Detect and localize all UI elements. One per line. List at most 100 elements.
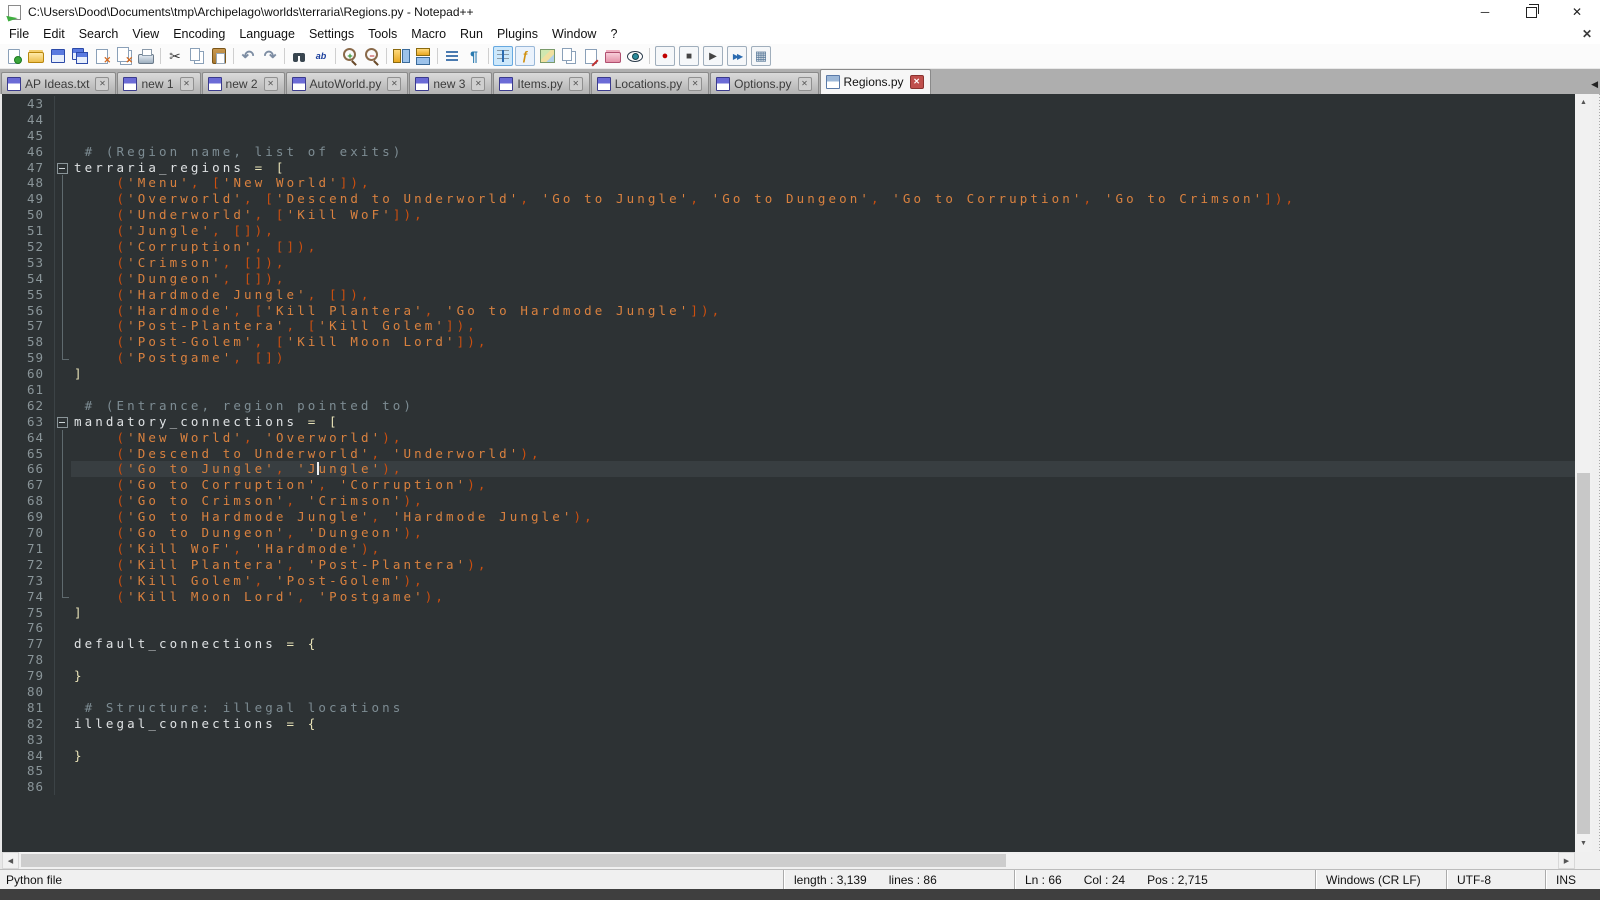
scroll-left-arrow[interactable]: ◀ bbox=[2, 852, 19, 869]
tab-new-1[interactable]: new 1✕ bbox=[117, 72, 200, 94]
zoom-in-button[interactable]: + bbox=[340, 46, 360, 66]
code-line-52[interactable]: 52 ('Corruption', []), bbox=[2, 239, 1575, 255]
code-line-58[interactable]: 58 ('Post-Golem', ['Kill Moon Lord']), bbox=[2, 334, 1575, 350]
undo-button[interactable]: ↶ bbox=[238, 46, 258, 66]
menu-settings[interactable]: Settings bbox=[302, 25, 361, 43]
tab-locations-py[interactable]: Locations.py✕ bbox=[591, 72, 709, 94]
restore-button[interactable] bbox=[1508, 0, 1554, 24]
code-line-78[interactable]: 78 bbox=[2, 652, 1575, 668]
code-line-43[interactable]: 43 bbox=[2, 96, 1575, 112]
code-line-65[interactable]: 65 ('Descend to Underworld', 'Underworld… bbox=[2, 446, 1575, 462]
save-button[interactable] bbox=[48, 46, 68, 66]
close-button[interactable]: ✕ bbox=[1554, 0, 1600, 24]
code-line-61[interactable]: 61 bbox=[2, 382, 1575, 398]
minimize-button[interactable]: ─ bbox=[1462, 0, 1508, 24]
code-line-74[interactable]: 74 ('Kill Moon Lord', 'Postgame'), bbox=[2, 589, 1575, 605]
cut-button[interactable]: ✂ bbox=[165, 46, 185, 66]
code-line-53[interactable]: 53 ('Crimson', []), bbox=[2, 255, 1575, 271]
horizontal-scrollbar-track[interactable] bbox=[19, 852, 1558, 869]
menu-view[interactable]: View bbox=[125, 25, 166, 43]
tab-ap-ideas-txt[interactable]: AP Ideas.txt✕ bbox=[1, 72, 116, 94]
tab-close-icon[interactable]: ✕ bbox=[688, 77, 702, 91]
indent-guide-button[interactable] bbox=[493, 46, 513, 66]
menu-file[interactable]: File bbox=[2, 25, 36, 43]
tab-new-3[interactable]: new 3✕ bbox=[409, 72, 492, 94]
tab-options-py[interactable]: Options.py✕ bbox=[710, 72, 818, 94]
tab-close-icon[interactable]: ✕ bbox=[910, 75, 924, 89]
menu-tools[interactable]: Tools bbox=[361, 25, 404, 43]
menu-run[interactable]: Run bbox=[453, 25, 490, 43]
code-line-80[interactable]: 80 bbox=[2, 684, 1575, 700]
code-line-55[interactable]: 55 ('Hardmode Jungle', []), bbox=[2, 287, 1575, 303]
word-wrap-button[interactable] bbox=[442, 46, 462, 66]
horizontal-scrollbar-thumb[interactable] bbox=[21, 854, 1006, 867]
close-document-x-button[interactable]: ✕ bbox=[1582, 27, 1592, 41]
code-line-49[interactable]: 49 ('Overworld', ['Descend to Underworld… bbox=[2, 191, 1575, 207]
code-line-51[interactable]: 51 ('Jungle', []), bbox=[2, 223, 1575, 239]
code-line-85[interactable]: 85 bbox=[2, 763, 1575, 779]
code-line-50[interactable]: 50 ('Underworld', ['Kill WoF']), bbox=[2, 207, 1575, 223]
scroll-up-arrow[interactable]: ▲ bbox=[1575, 94, 1592, 111]
tab-autoworld-py[interactable]: AutoWorld.py✕ bbox=[286, 72, 409, 94]
status-encoding[interactable]: UTF-8 bbox=[1446, 870, 1545, 889]
open-file-button[interactable] bbox=[26, 46, 46, 66]
code-line-47[interactable]: 47terraria_regions = [ bbox=[2, 160, 1575, 176]
vertical-scrollbar[interactable]: ▲ ▼ bbox=[1575, 94, 1592, 852]
code-line-62[interactable]: 62 # (Entrance, region pointed to) bbox=[2, 398, 1575, 414]
document-list-button[interactable] bbox=[559, 46, 579, 66]
code-line-69[interactable]: 69 ('Go to Hardmode Jungle', 'Hardmode J… bbox=[2, 509, 1575, 525]
code-line-68[interactable]: 68 ('Go to Crimson', 'Crimson'), bbox=[2, 493, 1575, 509]
code-line-57[interactable]: 57 ('Post-Plantera', ['Kill Golem']), bbox=[2, 318, 1575, 334]
macro-play-button[interactable]: ▶ bbox=[703, 46, 723, 66]
code-line-48[interactable]: 48 ('Menu', ['New World']), bbox=[2, 175, 1575, 191]
code-line-84[interactable]: 84} bbox=[2, 748, 1575, 764]
code-line-63[interactable]: 63mandatory_connections = [ bbox=[2, 414, 1575, 430]
status-insert-mode[interactable]: INS bbox=[1545, 870, 1600, 889]
tab-new-2[interactable]: new 2✕ bbox=[202, 72, 285, 94]
document-map-button[interactable] bbox=[537, 46, 557, 66]
zoom-out-button[interactable]: − bbox=[362, 46, 382, 66]
code-editor-surface[interactable]: 43444546 # (Region name, list of exits)4… bbox=[2, 94, 1575, 852]
tab-close-icon[interactable]: ✕ bbox=[569, 77, 583, 91]
menu-window[interactable]: Window bbox=[545, 25, 603, 43]
replace-button[interactable]: ab bbox=[311, 46, 331, 66]
code-line-45[interactable]: 45 bbox=[2, 128, 1575, 144]
code-line-70[interactable]: 70 ('Go to Dungeon', 'Dungeon'), bbox=[2, 525, 1575, 541]
tab-close-icon[interactable]: ✕ bbox=[471, 77, 485, 91]
new-file-button[interactable] bbox=[4, 46, 24, 66]
code-line-76[interactable]: 76 bbox=[2, 620, 1575, 636]
close-file-button[interactable] bbox=[92, 46, 112, 66]
menu-macro[interactable]: Macro bbox=[404, 25, 453, 43]
tab-close-icon[interactable]: ✕ bbox=[387, 77, 401, 91]
menu-plugins[interactable]: Plugins bbox=[490, 25, 545, 43]
save-all-button[interactable] bbox=[70, 46, 90, 66]
tab-close-icon[interactable]: ✕ bbox=[264, 77, 278, 91]
tab-close-icon[interactable]: ✕ bbox=[95, 77, 109, 91]
show-all-characters-button[interactable]: ¶ bbox=[464, 46, 484, 66]
copy-button[interactable] bbox=[187, 46, 207, 66]
macro-record-button[interactable]: ● bbox=[655, 46, 675, 66]
menu-help[interactable]: ? bbox=[603, 25, 624, 43]
code-line-59[interactable]: 59 ('Postgame', []) bbox=[2, 350, 1575, 366]
folder-as-workspace-button[interactable] bbox=[603, 46, 623, 66]
ascii-panel-button[interactable] bbox=[581, 46, 601, 66]
find-button[interactable] bbox=[289, 46, 309, 66]
code-line-66[interactable]: 66 ('Go to Jungle', 'Jungle'), bbox=[2, 461, 1575, 477]
code-line-64[interactable]: 64 ('New World', 'Overworld'), bbox=[2, 430, 1575, 446]
code-line-73[interactable]: 73 ('Kill Golem', 'Post-Golem'), bbox=[2, 573, 1575, 589]
redo-button[interactable]: ↷ bbox=[260, 46, 280, 66]
scroll-down-arrow[interactable]: ▼ bbox=[1575, 835, 1592, 852]
fold-collapse-icon[interactable] bbox=[54, 160, 71, 176]
code-line-81[interactable]: 81 # Structure: illegal locations bbox=[2, 700, 1575, 716]
code-line-71[interactable]: 71 ('Kill WoF', 'Hardmode'), bbox=[2, 541, 1575, 557]
code-line-56[interactable]: 56 ('Hardmode', ['Kill Plantera', 'Go to… bbox=[2, 303, 1575, 319]
fold-collapse-icon[interactable] bbox=[54, 414, 71, 430]
code-line-79[interactable]: 79} bbox=[2, 668, 1575, 684]
tab-regions-py[interactable]: Regions.py✕ bbox=[820, 69, 931, 94]
paste-button[interactable] bbox=[209, 46, 229, 66]
macro-stop-button[interactable]: ■ bbox=[679, 46, 699, 66]
tab-close-icon[interactable]: ✕ bbox=[798, 77, 812, 91]
tab-items-py[interactable]: Items.py✕ bbox=[493, 72, 589, 94]
code-line-82[interactable]: 82illegal_connections = { bbox=[2, 716, 1575, 732]
code-line-83[interactable]: 83 bbox=[2, 732, 1575, 748]
